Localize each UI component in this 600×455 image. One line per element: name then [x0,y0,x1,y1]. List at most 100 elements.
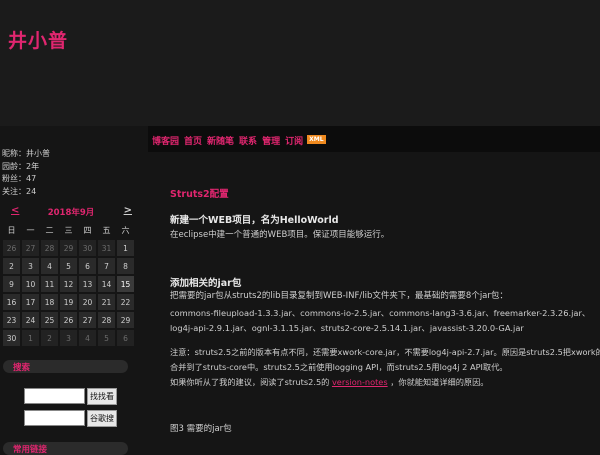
calendar-day[interactable]: 3 [60,330,77,346]
calendar-day[interactable]: 31 [98,240,115,256]
calendar-day[interactable]: 16 [3,294,20,310]
calendar-day[interactable]: 2 [3,258,20,274]
calendar-day[interactable]: 4 [79,330,96,346]
calendar-day[interactable]: 3 [22,258,39,274]
calendar-day[interactable]: 11 [41,276,58,292]
jar-list-line-2: log4j-api-2.9.1.jar、ognl-3.1.15.jar、stru… [170,323,524,333]
calendar-day[interactable]: 7 [98,258,115,274]
weekday-thu: 四 [83,225,92,235]
calendar-day[interactable]: 24 [22,312,39,328]
calendar-day[interactable]: 20 [79,294,96,310]
nav-home[interactable]: 首页 [184,134,202,147]
calendar-day[interactable]: 27 [22,240,39,256]
weekday-sun: 日 [7,225,16,235]
jar-list-line-1: commons-fileupload-1.3.3.jar、commons-io-… [170,308,591,318]
calendar-week: 30 1 2 3 4 5 6 [3,330,134,346]
calendar-day[interactable]: 14 [98,276,115,292]
calendar-day[interactable]: 1 [22,330,39,346]
weekday-wed: 三 [64,225,73,235]
calendar-day[interactable]: 29 [117,312,134,328]
profile-nickname[interactable]: 昵称：井小普 [2,148,50,161]
calendar-day[interactable]: 27 [79,312,96,328]
blog-header: 井小普 [0,0,600,126]
calendar-day[interactable]: 26 [60,312,77,328]
nav-bar: 博客园 首页 新随笔 联系 管理 订阅 XML [148,126,600,153]
calendar-day[interactable]: 30 [3,330,20,346]
note-line-3: 如果你听从了我的建议，阅读了struts2.5的 version-notes ，… [170,375,488,390]
xml-feed-icon[interactable]: XML [307,135,326,144]
profile-info: 昵称：井小普 园龄：2年 粉丝：47 关注：24 [2,148,50,198]
calendar-day[interactable]: 25 [41,312,58,328]
calendar-day[interactable]: 19 [60,294,77,310]
post-title[interactable]: Struts2配置 [170,186,229,200]
profile-age[interactable]: 园龄：2年 [2,161,50,174]
calendar-day[interactable]: 6 [117,330,134,346]
google-search-input[interactable] [24,410,85,426]
note-line-1: 注意：struts2.5之前的版本有点不同，还需要xwork-core.jar，… [170,347,600,357]
calendar-days: 26 27 28 29 30 31 1 2 3 4 5 6 7 8 9 10 11 12 13 14 15 16 17 18 1… [3,240,134,346]
calendar-day[interactable]: 10 [22,276,39,292]
post-content: Struts2配置 新建一个WEB项目，名为HelloWorld 在eclips… [148,152,600,450]
figure-caption: 图3 需要的jar包 [170,424,232,434]
find-button[interactable]: 找找看 [87,388,117,405]
calendar-week: 23 24 25 26 27 28 29 [3,312,134,328]
calendar-day[interactable]: 4 [41,258,58,274]
calendar-day[interactable]: 30 [79,240,96,256]
calendar-day[interactable]: 9 [3,276,20,292]
calendar-title: 2018年9月 [47,208,95,218]
search-heading-label: 搜索 [13,363,31,373]
calendar-day[interactable]: 28 [41,240,58,256]
calendar-day[interactable]: 17 [22,294,39,310]
nav-subscribe[interactable]: 订阅 [285,134,303,147]
links-box-heading: 常用链接 [3,442,128,455]
weekday-sat: 六 [121,225,130,235]
weekday-mon: 一 [26,225,35,235]
calendar-day[interactable]: 1 [117,240,134,256]
section-text-new-project: 在eclipse中建一个普通的WEB项目。保证项目能够运行。 [170,230,390,240]
calendar-day[interactable]: 12 [60,276,77,292]
calendar-grid: 日 一 二 三 四 五 六 26 27 28 29 30 31 1 2 3 4 5 6 7 8 9 10 11 1… [1,220,136,348]
calendar-week: 2345678 [3,258,134,274]
calendar-day[interactable]: 13 [79,276,96,292]
search-row-google: 谷歌搜 [24,410,117,428]
search-input[interactable] [24,388,85,404]
note-line-3-post: ，你就能知道详细的原因。 [390,377,489,387]
calendar-next-icon[interactable]: > [124,205,132,216]
profile-following[interactable]: 关注：24 [2,186,50,199]
calendar-day[interactable]: 15 [117,276,134,292]
calendar-day[interactable]: 8 [117,258,134,274]
calendar-day[interactable]: 26 [3,240,20,256]
search-row-find: 找找看 [24,388,117,406]
note-line-2: 合并到了struts-core中。struts2.5之前使用logging AP… [170,362,508,372]
nav-cnblogs[interactable]: 博客园 [152,134,179,147]
nav-new-post[interactable]: 新随笔 [207,134,234,147]
note-line-3-pre: 如果你听从了我的建议，阅读了struts2.5的 [170,377,330,387]
nav-admin[interactable]: 管理 [262,134,280,147]
section-text-jars: 把需要的jar包从struts2的lib目录复制到WEB-INF/lib文件夹下… [170,291,508,301]
calendar: < 2018年9月 > 日 一 二 三 四 五 六 26 27 28 29 30 31 1 2… [3,204,139,348]
calendar-day[interactable]: 5 [60,258,77,274]
version-notes-link[interactable]: version-notes [332,377,388,387]
calendar-day[interactable]: 6 [79,258,96,274]
calendar-day[interactable]: 18 [41,294,58,310]
links-heading-label: 常用链接 [13,445,48,455]
section-heading-jars: 添加相关的jar包 [170,278,242,289]
weekday-fri: 五 [102,225,111,235]
calendar-day[interactable]: 21 [98,294,115,310]
calendar-day[interactable]: 2 [41,330,58,346]
calendar-day[interactable]: 23 [3,312,20,328]
search-box-heading: 搜索 [3,360,128,373]
nav-contact[interactable]: 联系 [239,134,257,147]
calendar-day[interactable]: 5 [98,330,115,346]
calendar-day[interactable]: 22 [117,294,134,310]
calendar-day[interactable]: 29 [60,240,77,256]
calendar-header: < 2018年9月 > [3,204,139,220]
calendar-day[interactable]: 28 [98,312,115,328]
google-search-button[interactable]: 谷歌搜 [87,410,117,427]
section-heading-new-project: 新建一个WEB项目，名为HelloWorld [170,215,339,226]
profile-followers[interactable]: 粉丝：47 [2,173,50,186]
site-title[interactable]: 井小普 [8,26,68,53]
calendar-week: 16 17 18 19 20 21 22 [3,294,134,310]
weekday-tue: 二 [45,225,54,235]
calendar-week: 26 27 28 29 30 31 1 [3,240,134,256]
